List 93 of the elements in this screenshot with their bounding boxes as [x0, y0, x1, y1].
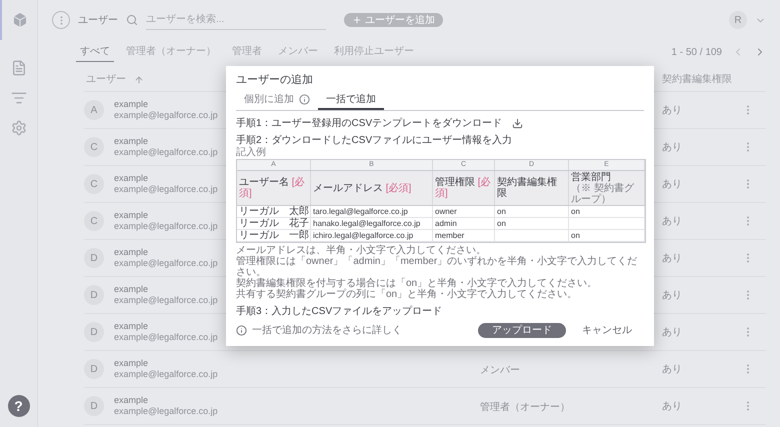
user-email: example@legalforce.co.jp: [114, 369, 218, 380]
user-avatar: C: [84, 211, 104, 231]
dialog-tab[interactable]: 個別に追加: [236, 90, 318, 110]
dialog-title: ユーザーの追加: [236, 73, 314, 87]
user-avatar: A: [84, 100, 104, 120]
user-avatar: C: [84, 137, 104, 157]
instruction-text: メールアドレスは、半角・小文字で入力してください。: [236, 245, 487, 256]
sample-header-cell: 管理権限 [必須]: [433, 171, 495, 205]
filter-tab[interactable]: メンバー: [274, 42, 322, 62]
user-name: example: [114, 210, 150, 221]
filter-tab[interactable]: 管理者: [228, 42, 266, 62]
edit-permission-text: あり: [662, 140, 683, 154]
plus-icon: [352, 15, 362, 25]
user-name: example: [114, 395, 150, 406]
user-email: example@legalforce.co.jp: [114, 184, 218, 195]
column-header: 契約書編集権限: [662, 72, 733, 87]
edit-permission-text: あり: [662, 252, 683, 266]
sample-cell: リーガル 太郎: [239, 206, 309, 217]
user-email: example@legalforce.co.jp: [114, 258, 218, 269]
example-label: 記入例: [236, 147, 267, 159]
sample-cell: owner: [435, 207, 457, 216]
step-heading: 手順2：ダウンロードしたCSVファイルにユーザー情報を入力: [236, 134, 514, 146]
user-email: example@legalforce.co.jp: [114, 147, 218, 158]
help-button[interactable]: ?: [8, 395, 30, 417]
search-field[interactable]: ユーザーを検索...: [146, 10, 326, 30]
dialog-tab[interactable]: 一括で追加: [318, 90, 384, 110]
edit-permission-text: あり: [662, 178, 683, 192]
pagination-text: 1 - 50 / 109: [671, 46, 722, 60]
sample-cell: ichiro.legal@legalforce.co.jp: [313, 231, 414, 240]
user-name: example: [114, 358, 150, 369]
sample-header-cell: ユーザー名 [必須]: [237, 171, 311, 205]
user-email: example@legalforce.co.jp: [114, 295, 218, 306]
step-heading: 手順3：入力したCSVファイルをアップロード: [236, 305, 444, 318]
sample-cell: on: [571, 207, 580, 216]
sample-cell: on: [497, 219, 506, 228]
sample-cell: リーガル 一郎: [239, 230, 309, 241]
sort-arrow-icon[interactable]: [134, 74, 144, 84]
edit-permission-text: あり: [662, 288, 683, 302]
sample-cell: リーガル 花子: [239, 218, 309, 229]
user-avatar: C: [84, 174, 104, 194]
user-avatar: D: [84, 285, 104, 305]
user-email: example@legalforce.co.jp: [114, 110, 218, 121]
info-icon: [236, 324, 247, 336]
upload-button[interactable]: アップロード: [478, 322, 566, 338]
help-link[interactable]: 一括で追加の方法をさらに詳しく: [252, 322, 402, 338]
info-icon[interactable]: [299, 94, 310, 104]
user-name: example: [114, 247, 150, 258]
column-header[interactable]: ユーザー: [86, 72, 126, 87]
edit-permission-text: あり: [662, 400, 683, 414]
sample-header-cell: 営業部門 （※ 契約書グループ）: [569, 171, 645, 205]
edit-permission-text: あり: [662, 104, 683, 118]
user-avatar: D: [84, 396, 104, 416]
sample-header-cell: 契約書編集権限: [495, 171, 569, 205]
step-heading: 手順1：ユーザー登録用のCSVテンプレートをダウンロード: [236, 116, 502, 130]
gear-icon[interactable]: [10, 120, 26, 136]
user-email: example@legalforce.co.jp: [114, 332, 218, 343]
edit-permission-text: あり: [662, 326, 683, 340]
sample-cell: hanako.legal@legalforce.co.jp: [313, 219, 420, 228]
user-avatar: D: [84, 248, 104, 268]
filter-tab[interactable]: 管理者（オーナー）: [122, 42, 220, 62]
user-name: example: [114, 284, 150, 295]
user-name: example: [114, 136, 150, 147]
sample-cell: admin: [435, 219, 457, 228]
download-icon[interactable]: [512, 118, 524, 128]
more-button[interactable]: [52, 11, 70, 29]
user-name: example: [114, 173, 150, 184]
search-icon: [126, 14, 138, 26]
user-avatar: D: [84, 322, 104, 342]
instruction-text: 契約書編集権限を付与する場合には「on」と半角・小文字で入力してください。: [236, 278, 598, 289]
filter-tab[interactable]: すべて: [76, 42, 114, 62]
filter-tab[interactable]: 利用停止ユーザー: [330, 42, 418, 62]
user-email: example@legalforce.co.jp: [114, 221, 218, 232]
cancel-button[interactable]: キャンセル: [574, 322, 640, 338]
sample-header-cell: メールアドレス [必須]: [311, 171, 433, 205]
user-role: メンバー: [480, 365, 520, 376]
sample-cell: on: [571, 231, 580, 240]
add-user-button[interactable]: ユーザーを追加: [344, 13, 443, 27]
user-name: example: [114, 99, 150, 110]
document-icon[interactable]: [10, 60, 26, 76]
user-name: example: [114, 321, 150, 332]
sample-cell: on: [497, 207, 506, 216]
cube-logo-icon: [12, 12, 28, 28]
sample-cell: member: [435, 231, 464, 240]
instruction-text: 共有する契約書グループの列に「on」と半角・小文字で入力してください。: [236, 289, 578, 300]
user-avatar: D: [84, 359, 104, 379]
sample-cell: taro.legal@legalforce.co.jp: [313, 207, 408, 216]
page-title: ユーザー: [78, 14, 118, 28]
user-avatar[interactable]: R: [729, 11, 747, 29]
edit-permission-text: あり: [662, 362, 683, 376]
user-email: example@legalforce.co.jp: [114, 406, 218, 417]
edit-permission-text: あり: [662, 214, 683, 228]
instruction-text: 管理権限には「owner」「admin」「member」のいずれかを半角・小文字で入力してください。: [236, 256, 638, 278]
user-role: 管理者（オーナー）: [480, 402, 570, 413]
